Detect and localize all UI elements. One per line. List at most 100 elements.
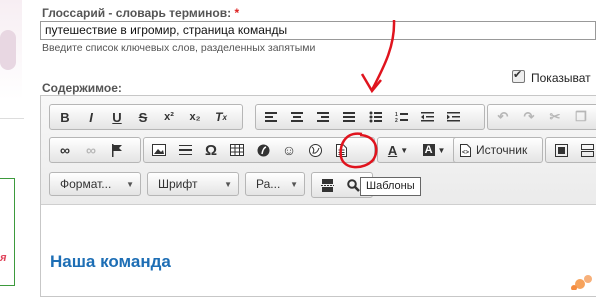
maximize-button[interactable] bbox=[548, 139, 574, 161]
superscript-button[interactable]: x² bbox=[156, 106, 182, 128]
source-button[interactable]: <> Источник bbox=[456, 139, 531, 161]
indent-button[interactable] bbox=[440, 106, 466, 128]
unlink-button[interactable]: ∞ bbox=[78, 139, 104, 161]
align-left-icon bbox=[265, 112, 277, 122]
format-dropdown-label: Формат... bbox=[60, 177, 112, 191]
anchor-button[interactable] bbox=[104, 139, 130, 161]
numbered-list-icon: 12 bbox=[395, 112, 408, 123]
justify-button[interactable] bbox=[336, 106, 362, 128]
tools-group bbox=[545, 137, 596, 163]
page-break-button[interactable] bbox=[314, 174, 340, 196]
italic-button[interactable]: I bbox=[78, 106, 104, 128]
subscript-button[interactable]: x₂ bbox=[182, 106, 208, 128]
link-icon: ∞ bbox=[60, 142, 70, 158]
numbered-list-button[interactable]: 12 bbox=[388, 106, 414, 128]
copy-button[interactable]: ❐ bbox=[568, 106, 594, 128]
omega-icon: Ω bbox=[204, 141, 218, 159]
undo-icon: ↶ bbox=[497, 109, 509, 124]
bulleted-list-icon bbox=[369, 111, 382, 123]
background-color-button[interactable]: A ▼ bbox=[416, 139, 452, 161]
cut-button[interactable]: ✂ bbox=[542, 106, 568, 128]
indent-icon bbox=[446, 112, 460, 122]
chevron-down-icon: ▼ bbox=[290, 179, 298, 189]
horizontal-rule-button[interactable] bbox=[172, 139, 198, 161]
chevron-down-icon: ▼ bbox=[126, 179, 134, 189]
svg-text:2: 2 bbox=[395, 118, 398, 123]
strike-button[interactable]: S bbox=[130, 106, 156, 128]
svg-text:<>: <> bbox=[462, 150, 470, 156]
content-label: Содержимое: bbox=[42, 81, 122, 95]
chevron-down-icon: ▼ bbox=[437, 145, 446, 155]
align-center-button[interactable] bbox=[284, 106, 310, 128]
show-toggle[interactable]: Показыват bbox=[512, 68, 591, 85]
search-icon bbox=[346, 178, 360, 192]
size-dropdown-label: Ра... bbox=[256, 177, 281, 191]
chevron-down-icon: ▼ bbox=[224, 179, 232, 189]
outdent-icon bbox=[420, 112, 434, 122]
smiley-button[interactable]: ☺ bbox=[276, 139, 302, 161]
anchor-icon bbox=[112, 143, 122, 157]
templates-button[interactable] bbox=[328, 139, 354, 161]
iframe-button[interactable] bbox=[302, 139, 328, 161]
undo-button[interactable]: ↶ bbox=[490, 106, 516, 128]
copy-icon: ❐ bbox=[575, 109, 587, 124]
left-sidebar-decoration: я bbox=[0, 0, 26, 290]
bold-button[interactable]: B bbox=[52, 106, 78, 128]
text-color-button[interactable]: A ▼ bbox=[380, 139, 416, 161]
templates-tooltip: Шаблоны bbox=[360, 177, 421, 196]
annotation-arrowhead-icon bbox=[360, 73, 382, 94]
text-color-icon: A bbox=[387, 142, 398, 158]
remove-format-button[interactable]: Tx bbox=[208, 106, 234, 128]
justify-icon bbox=[343, 112, 355, 122]
background-color-icon: A bbox=[422, 144, 435, 156]
horizontal-rule-icon bbox=[178, 145, 192, 155]
align-center-icon bbox=[291, 112, 303, 122]
table-button[interactable] bbox=[224, 139, 250, 161]
insert-group: Ω ☺ bbox=[143, 137, 375, 163]
divider bbox=[0, 118, 24, 119]
bulleted-list-button[interactable] bbox=[362, 106, 388, 128]
maximize-icon bbox=[554, 143, 568, 157]
align-left-button[interactable] bbox=[258, 106, 284, 128]
show-label: Показыват bbox=[531, 71, 591, 85]
source-label: Источник bbox=[476, 143, 528, 157]
image-button[interactable] bbox=[146, 139, 172, 161]
link-button[interactable]: ∞ bbox=[52, 139, 78, 161]
editor-toolbar: B I U S x² x₂ Tx 12 ↶ ↷ ✂ ❐ ∞ ∞ Ω ☺ A ▼ … bbox=[41, 96, 596, 205]
font-dropdown[interactable]: Шрифт ▼ bbox=[147, 172, 239, 196]
editor-content-area[interactable] bbox=[41, 205, 596, 296]
clipboard-group: ↶ ↷ ✂ ❐ bbox=[487, 104, 596, 130]
glossary-hint: Введите список ключевых слов, разделенны… bbox=[42, 42, 316, 54]
redo-button[interactable]: ↷ bbox=[516, 106, 542, 128]
side-panel-text: я bbox=[0, 252, 7, 264]
special-char-button[interactable]: Ω bbox=[198, 139, 224, 161]
glossary-label: Глоссарий - словарь терминов: * bbox=[42, 6, 239, 20]
align-right-button[interactable] bbox=[310, 106, 336, 128]
content-heading: Наша команда bbox=[50, 252, 171, 271]
chevron-down-icon: ▼ bbox=[400, 145, 409, 155]
colors-group: A ▼ A ▼ bbox=[377, 137, 463, 163]
show-blocks-button[interactable] bbox=[574, 139, 596, 161]
show-checkbox[interactable] bbox=[512, 68, 525, 83]
decorative-figure bbox=[0, 30, 16, 70]
table-icon bbox=[230, 144, 244, 156]
flash-icon bbox=[257, 144, 269, 156]
required-mark: * bbox=[234, 6, 240, 20]
source-icon: <> bbox=[460, 143, 471, 157]
links-group: ∞ ∞ bbox=[49, 137, 141, 163]
paragraph-group: 12 bbox=[255, 104, 485, 130]
format-dropdown[interactable]: Формат... ▼ bbox=[49, 172, 141, 196]
page-break-icon bbox=[320, 178, 334, 192]
unlink-icon: ∞ bbox=[86, 142, 96, 158]
document-icon bbox=[335, 143, 347, 157]
globe-icon bbox=[308, 143, 322, 157]
size-dropdown[interactable]: Ра... ▼ bbox=[245, 172, 305, 196]
source-group: <> Источник bbox=[453, 137, 543, 163]
outdent-button[interactable] bbox=[414, 106, 440, 128]
glossary-field[interactable]: путешествие в игромир, страница команды bbox=[40, 21, 596, 40]
show-blocks-icon bbox=[580, 143, 594, 157]
flash-button[interactable] bbox=[250, 139, 276, 161]
redo-icon: ↷ bbox=[523, 109, 535, 124]
underline-button[interactable]: U bbox=[104, 106, 130, 128]
cut-icon: ✂ bbox=[549, 109, 561, 124]
